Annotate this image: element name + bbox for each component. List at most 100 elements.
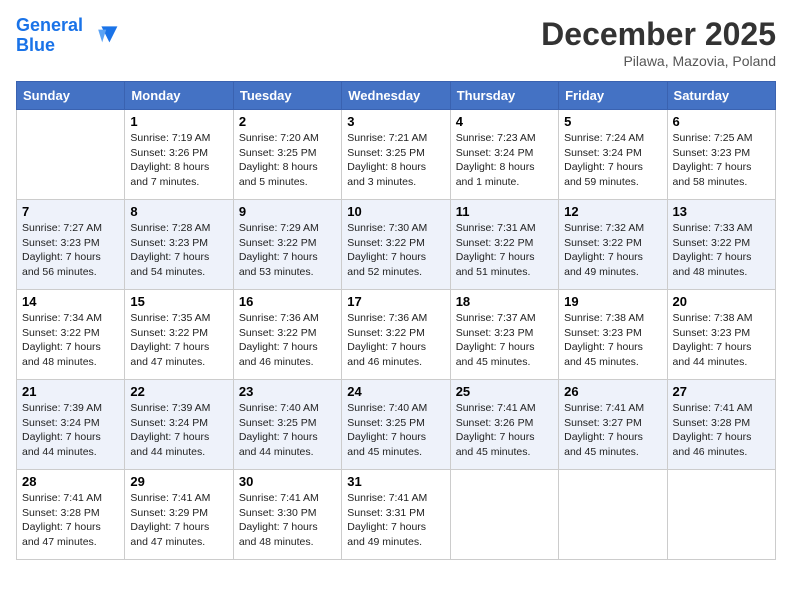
calendar-cell: 7 Sunrise: 7:27 AMSunset: 3:23 PMDaylight… [17,200,125,290]
calendar-week-row: 28 Sunrise: 7:41 AMSunset: 3:28 PMDayligh… [17,470,776,560]
day-info: Sunrise: 7:41 AMSunset: 3:28 PMDaylight:… [22,491,119,550]
day-number: 9 [239,204,336,219]
location: Pilawa, Mazovia, Poland [541,53,776,69]
calendar-cell: 12Sunrise: 7:32 AMSunset: 3:22 PMDayligh… [559,200,667,290]
day-number: 14 [22,294,119,309]
day-number: 21 [22,384,119,399]
day-number: 11 [456,204,553,219]
day-number: 18 [456,294,553,309]
calendar-cell: 6 Sunrise: 7:25 AMSunset: 3:23 PMDaylight… [667,110,775,200]
day-number: 27 [673,384,770,399]
day-info: Sunrise: 7:32 AMSunset: 3:22 PMDaylight:… [564,221,661,280]
logo-icon [87,20,119,52]
calendar-cell: 30Sunrise: 7:41 AMSunset: 3:30 PMDayligh… [233,470,341,560]
day-info: Sunrise: 7:38 AMSunset: 3:23 PMDaylight:… [564,311,661,370]
day-info: Sunrise: 7:20 AMSunset: 3:25 PMDaylight:… [239,131,336,190]
calendar-week-row: 14 Sunrise: 7:34 AMSunset: 3:22 PMDayligh… [17,290,776,380]
day-info: Sunrise: 7:37 AMSunset: 3:23 PMDaylight:… [456,311,553,370]
day-info: Sunrise: 7:39 AMSunset: 3:24 PMDaylight:… [22,401,119,460]
calendar-cell: 23 Sunrise: 7:40 AMSunset: 3:25 PMDayligh… [233,380,341,470]
calendar-cell: 29 Sunrise: 7:41 AMSunset: 3:29 PMDayligh… [125,470,233,560]
day-number: 20 [673,294,770,309]
calendar-cell: 1Sunrise: 7:19 AMSunset: 3:26 PMDaylight… [125,110,233,200]
day-info: Sunrise: 7:41 AMSunset: 3:28 PMDaylight:… [673,401,770,460]
day-info: Sunrise: 7:41 AMSunset: 3:31 PMDaylight:… [347,491,444,550]
day-info: Sunrise: 7:35 AMSunset: 3:22 PMDaylight:… [130,311,227,370]
calendar-cell [450,470,558,560]
day-number: 29 [130,474,227,489]
day-number: 4 [456,114,553,129]
calendar-header-row: SundayMondayTuesdayWednesdayThursdayFrid… [17,82,776,110]
day-info: Sunrise: 7:21 AMSunset: 3:25 PMDaylight:… [347,131,444,190]
day-number: 6 [673,114,770,129]
header-thursday: Thursday [450,82,558,110]
header-monday: Monday [125,82,233,110]
calendar-cell: 4 Sunrise: 7:23 AMSunset: 3:24 PMDaylight… [450,110,558,200]
calendar-cell [667,470,775,560]
calendar-cell [17,110,125,200]
day-info: Sunrise: 7:19 AMSunset: 3:26 PMDaylight:… [130,131,227,190]
calendar-cell: 18 Sunrise: 7:37 AMSunset: 3:23 PMDayligh… [450,290,558,380]
day-number: 22 [130,384,227,399]
calendar-cell: 9 Sunrise: 7:29 AMSunset: 3:22 PMDaylight… [233,200,341,290]
calendar-cell: 10 Sunrise: 7:30 AMSunset: 3:22 PMDayligh… [342,200,450,290]
day-number: 25 [456,384,553,399]
day-info: Sunrise: 7:29 AMSunset: 3:22 PMDaylight:… [239,221,336,280]
header-friday: Friday [559,82,667,110]
day-number: 16 [239,294,336,309]
day-info: Sunrise: 7:41 AMSunset: 3:26 PMDaylight:… [456,401,553,460]
day-number: 7 [22,204,119,219]
day-info: Sunrise: 7:23 AMSunset: 3:24 PMDaylight:… [456,131,553,190]
day-info: Sunrise: 7:39 AMSunset: 3:24 PMDaylight:… [130,401,227,460]
day-info: Sunrise: 7:28 AMSunset: 3:23 PMDaylight:… [130,221,227,280]
calendar-week-row: 1Sunrise: 7:19 AMSunset: 3:26 PMDaylight… [17,110,776,200]
day-number: 28 [22,474,119,489]
day-number: 19 [564,294,661,309]
calendar-cell [559,470,667,560]
day-info: Sunrise: 7:38 AMSunset: 3:23 PMDaylight:… [673,311,770,370]
header-saturday: Saturday [667,82,775,110]
page-header: GeneralBlue December 2025 Pilawa, Mazovi… [16,16,776,69]
calendar-cell: 17Sunrise: 7:36 AMSunset: 3:22 PMDayligh… [342,290,450,380]
header-wednesday: Wednesday [342,82,450,110]
header-sunday: Sunday [17,82,125,110]
calendar-cell: 13Sunrise: 7:33 AMSunset: 3:22 PMDayligh… [667,200,775,290]
day-info: Sunrise: 7:27 AMSunset: 3:23 PMDaylight:… [22,221,119,280]
calendar-week-row: 7 Sunrise: 7:27 AMSunset: 3:23 PMDaylight… [17,200,776,290]
calendar-week-row: 21 Sunrise: 7:39 AMSunset: 3:24 PMDayligh… [17,380,776,470]
day-info: Sunrise: 7:34 AMSunset: 3:22 PMDaylight:… [22,311,119,370]
day-number: 10 [347,204,444,219]
logo: GeneralBlue [16,16,119,56]
day-info: Sunrise: 7:41 AMSunset: 3:29 PMDaylight:… [130,491,227,550]
day-number: 8 [130,204,227,219]
header-tuesday: Tuesday [233,82,341,110]
calendar-table: SundayMondayTuesdayWednesdayThursdayFrid… [16,81,776,560]
calendar-cell: 20 Sunrise: 7:38 AMSunset: 3:23 PMDayligh… [667,290,775,380]
calendar-cell: 11Sunrise: 7:31 AMSunset: 3:22 PMDayligh… [450,200,558,290]
calendar-cell: 24Sunrise: 7:40 AMSunset: 3:25 PMDayligh… [342,380,450,470]
title-block: December 2025 Pilawa, Mazovia, Poland [541,16,776,69]
day-info: Sunrise: 7:40 AMSunset: 3:25 PMDaylight:… [239,401,336,460]
day-info: Sunrise: 7:33 AMSunset: 3:22 PMDaylight:… [673,221,770,280]
day-number: 23 [239,384,336,399]
day-info: Sunrise: 7:30 AMSunset: 3:22 PMDaylight:… [347,221,444,280]
calendar-cell: 22 Sunrise: 7:39 AMSunset: 3:24 PMDayligh… [125,380,233,470]
calendar-cell: 5Sunrise: 7:24 AMSunset: 3:24 PMDaylight… [559,110,667,200]
day-info: Sunrise: 7:25 AMSunset: 3:23 PMDaylight:… [673,131,770,190]
day-info: Sunrise: 7:36 AMSunset: 3:22 PMDaylight:… [239,311,336,370]
day-number: 30 [239,474,336,489]
day-number: 26 [564,384,661,399]
calendar-cell: 15 Sunrise: 7:35 AMSunset: 3:22 PMDayligh… [125,290,233,380]
day-number: 15 [130,294,227,309]
calendar-cell: 27 Sunrise: 7:41 AMSunset: 3:28 PMDayligh… [667,380,775,470]
day-number: 31 [347,474,444,489]
calendar-cell: 31 Sunrise: 7:41 AMSunset: 3:31 PMDayligh… [342,470,450,560]
day-info: Sunrise: 7:36 AMSunset: 3:22 PMDaylight:… [347,311,444,370]
calendar-cell: 28 Sunrise: 7:41 AMSunset: 3:28 PMDayligh… [17,470,125,560]
calendar-cell: 14 Sunrise: 7:34 AMSunset: 3:22 PMDayligh… [17,290,125,380]
calendar-cell: 19 Sunrise: 7:38 AMSunset: 3:23 PMDayligh… [559,290,667,380]
calendar-cell: 25 Sunrise: 7:41 AMSunset: 3:26 PMDayligh… [450,380,558,470]
day-info: Sunrise: 7:40 AMSunset: 3:25 PMDaylight:… [347,401,444,460]
day-number: 5 [564,114,661,129]
day-number: 2 [239,114,336,129]
